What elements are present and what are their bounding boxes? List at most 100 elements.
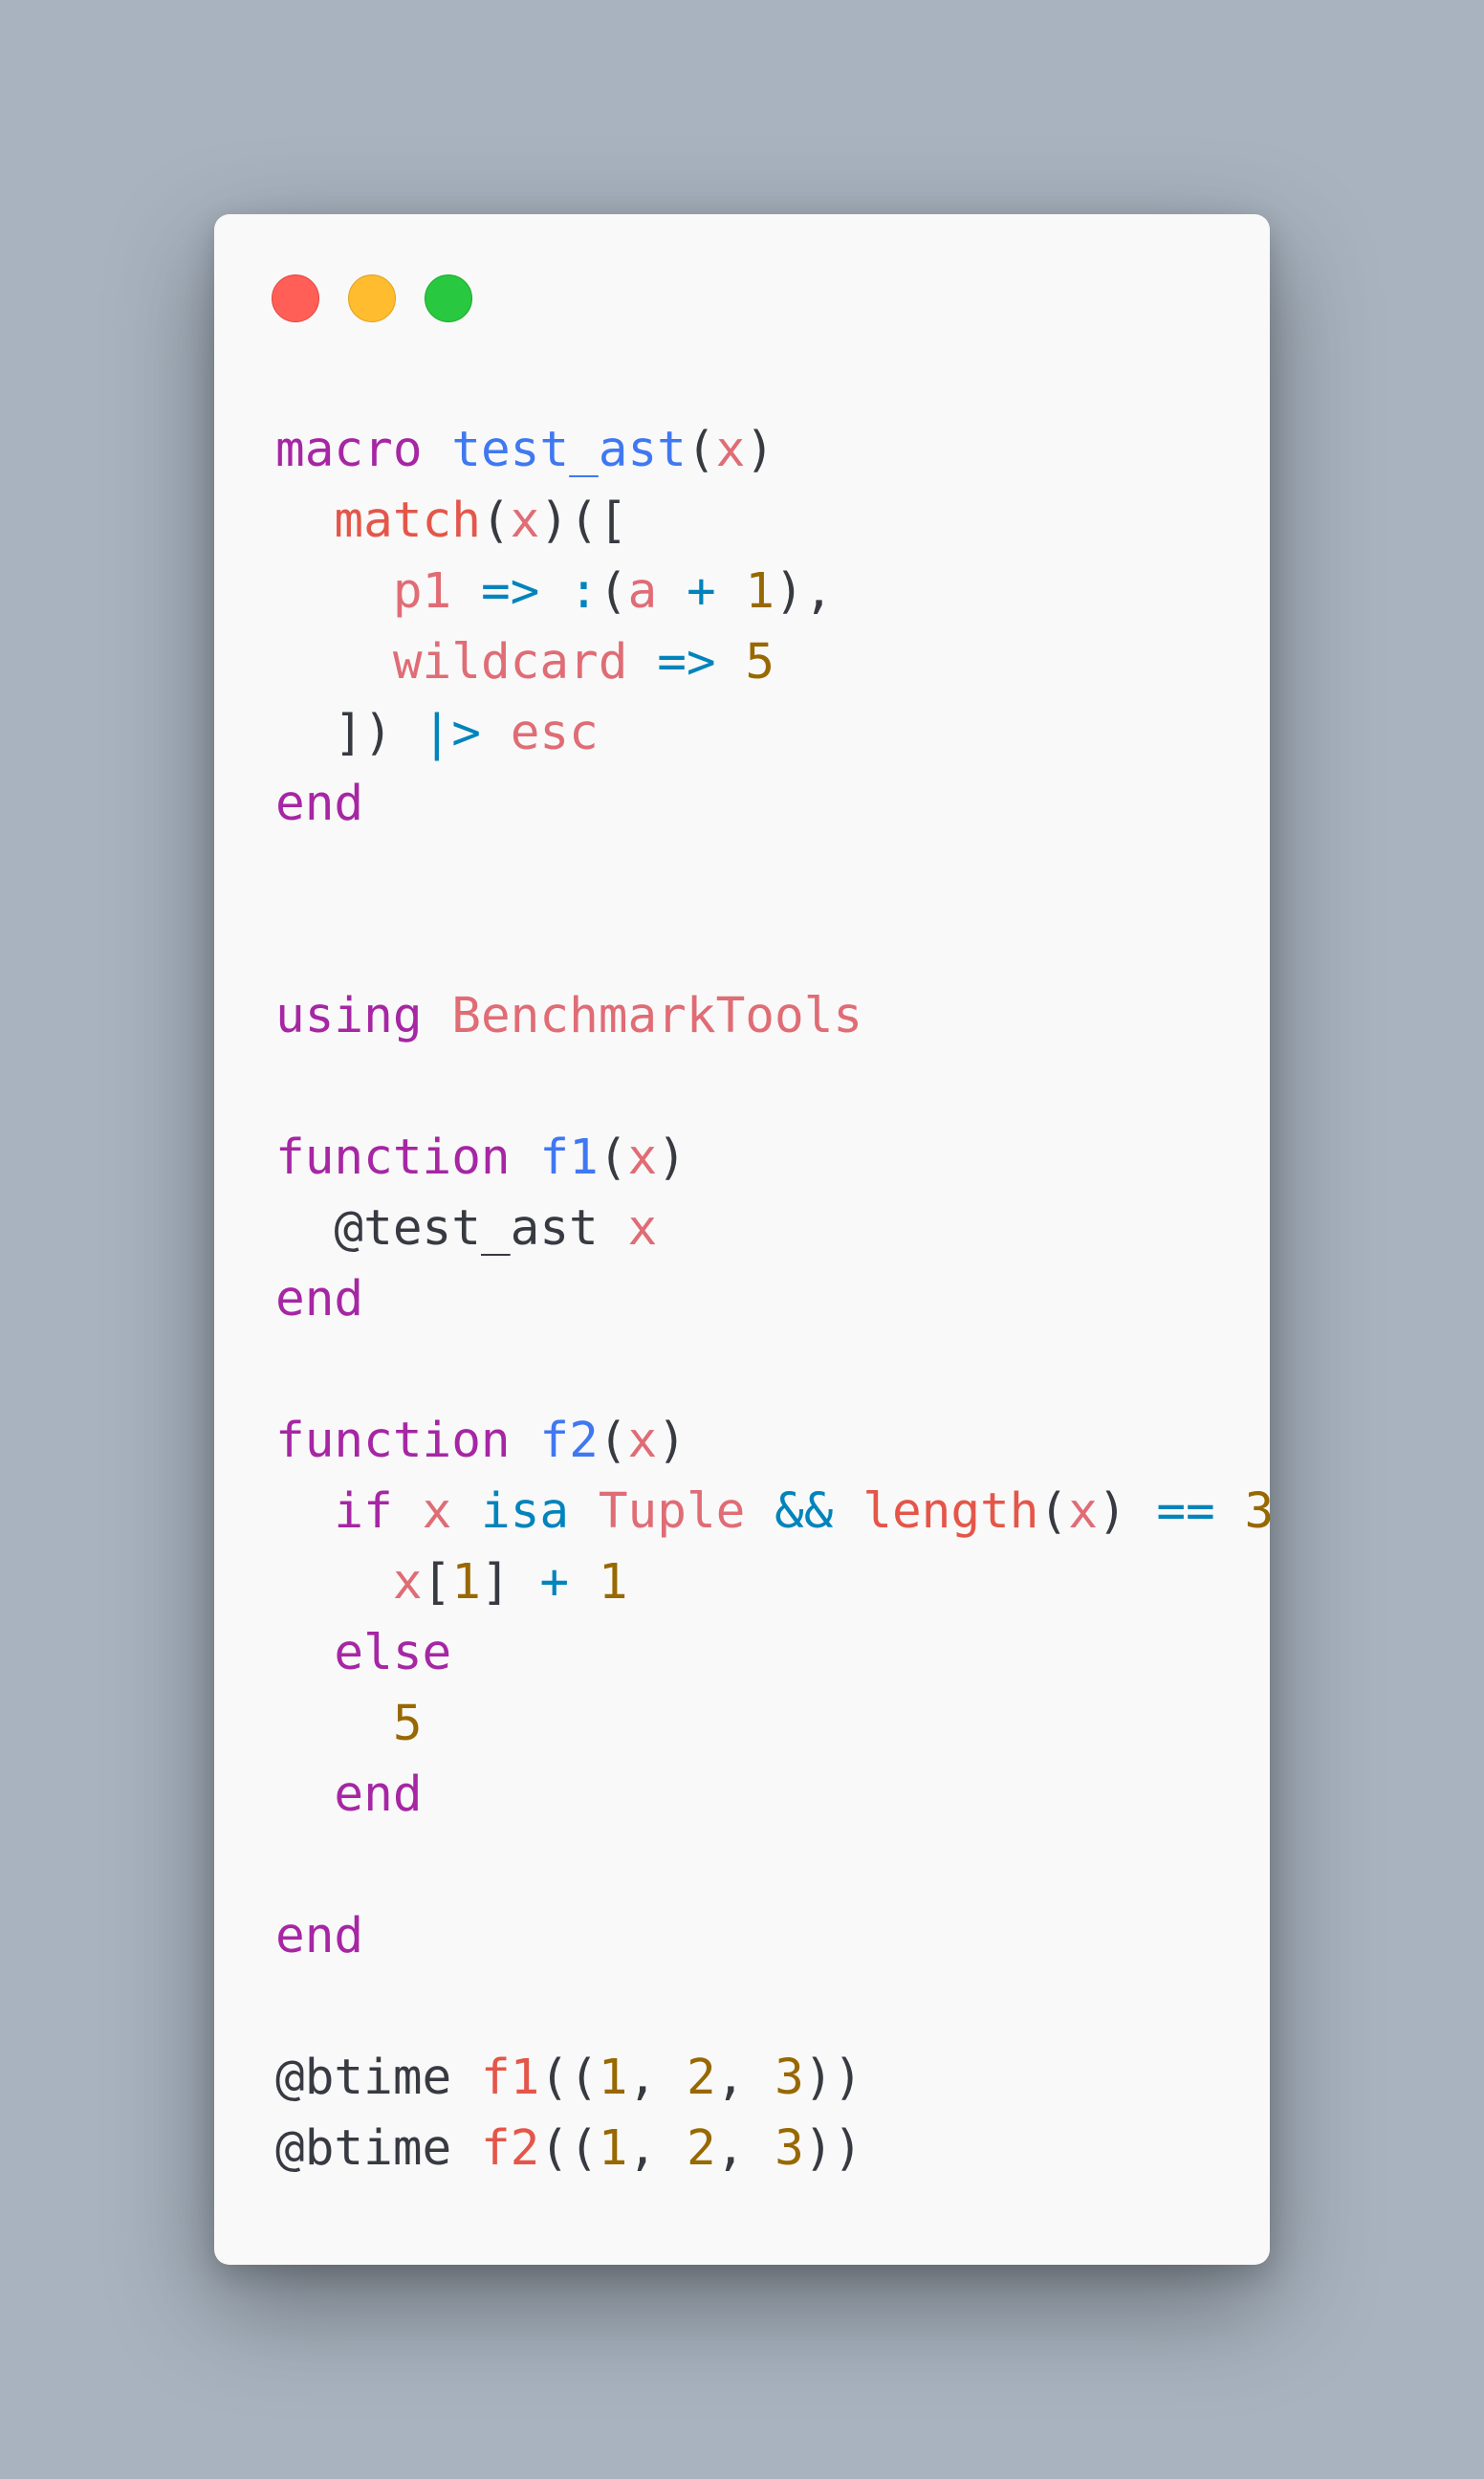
code-token: BenchmarkTools [451, 988, 863, 1044]
code-line: function f1(x) [275, 1123, 1274, 1194]
code-line: end [275, 1264, 1274, 1335]
code-token: macro [275, 422, 423, 478]
code-token: else [334, 1625, 452, 1681]
code-token: length [862, 1483, 1039, 1540]
code-token: x [510, 493, 540, 549]
code-token: @btime [275, 2050, 452, 2106]
code-token: && [775, 1483, 834, 1540]
code-token: p1 [392, 563, 452, 620]
code-token: (( [539, 2120, 599, 2177]
code-token: 3 [775, 2120, 804, 2177]
code-token: f1 [480, 2050, 540, 2106]
code-token: )) [803, 2050, 863, 2106]
code-token: isa [481, 1483, 570, 1540]
code-token: ) [657, 1413, 687, 1469]
code-token: end [275, 776, 364, 832]
code-token: a [627, 563, 658, 620]
code-line: 5 [275, 1689, 1274, 1760]
close-button[interactable] [272, 274, 319, 322]
code-line: if x isa Tuple && length(x) == 3 [275, 1477, 1274, 1547]
code-token: , [627, 2050, 687, 2106]
code-token: 1 [451, 1554, 481, 1611]
code-token: ) [657, 1130, 687, 1186]
code-token: )) [803, 2120, 863, 2177]
code-token: test_ast [451, 422, 687, 478]
code-token: => [480, 563, 540, 620]
code-token: ) [745, 422, 775, 478]
code-token: ] [480, 1554, 511, 1611]
code-token: [ [422, 1554, 452, 1611]
code-token: 1 [598, 2050, 628, 2106]
code-token: (( [539, 2050, 599, 2106]
code-token: 2 [686, 2050, 716, 2106]
code-token: , [715, 2050, 775, 2106]
code-line: x[1] + 1 [275, 1547, 1274, 1618]
code-line: end [275, 769, 1274, 840]
code-token: => [657, 634, 716, 691]
minimize-button[interactable] [348, 274, 396, 322]
code-token: ( [686, 422, 716, 478]
code-token: 1 [598, 1554, 628, 1611]
code-token: ( [480, 493, 511, 549]
code-token: f1 [539, 1130, 599, 1186]
code-token: ( [598, 563, 628, 620]
maximize-button[interactable] [425, 274, 472, 322]
code-line: end [275, 1760, 1274, 1831]
code-line: else [275, 1618, 1274, 1689]
code-line: wildcard => 5 [275, 627, 1274, 698]
code-token: 3 [775, 2050, 804, 2106]
code-line: @test_ast x [275, 1194, 1274, 1264]
code-token: 1 [598, 2120, 628, 2177]
code-token: x [422, 1483, 452, 1540]
code-token: ( [598, 1130, 628, 1186]
code-token: 2 [686, 2120, 716, 2177]
code-block: macro test_ast(x) match(x)([ p1 => :(a +… [275, 415, 1274, 2184]
code-line: macro test_ast(x) [275, 415, 1274, 486]
code-token: x [627, 1130, 658, 1186]
code-token: function [275, 1413, 511, 1469]
code-line: p1 => :(a + 1), [275, 557, 1274, 627]
code-token: if [334, 1483, 393, 1540]
code-line: using BenchmarkTools [275, 981, 1274, 1052]
code-token: f2 [480, 2120, 540, 2177]
code-token: match [334, 493, 481, 549]
code-line: @btime f2((1, 2, 3)) [275, 2114, 1274, 2184]
code-token: : [569, 563, 599, 620]
code-token: x [1068, 1483, 1098, 1540]
code-token: , [715, 2120, 775, 2177]
code-token: end [334, 1766, 423, 1823]
code-token: f2 [539, 1413, 599, 1469]
code-token: |> [422, 705, 481, 761]
code-token: Tuple [598, 1483, 746, 1540]
code-token: @test_ast [334, 1200, 599, 1257]
code-window: macro test_ast(x) match(x)([ p1 => :(a +… [214, 214, 1274, 2265]
code-token: ), [775, 563, 834, 620]
code-line: match(x)([ [275, 486, 1274, 557]
code-line: end [275, 1901, 1274, 1972]
